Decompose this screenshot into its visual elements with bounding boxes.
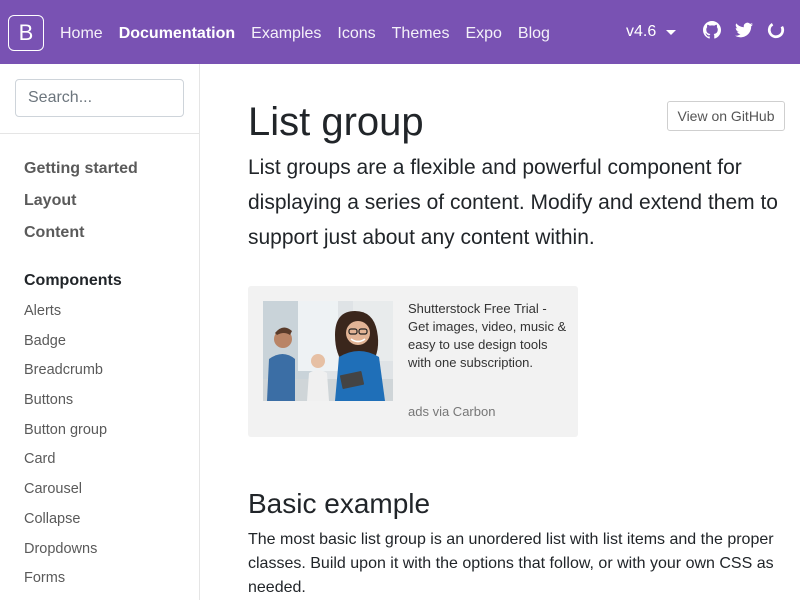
- bootstrap-logo[interactable]: B: [8, 15, 44, 51]
- sidebar-nav: Getting started Layout Content Component…: [0, 134, 199, 594]
- docs-sidebar: Getting started Layout Content Component…: [0, 64, 200, 600]
- nav-blog[interactable]: Blog: [518, 22, 550, 46]
- ad-image[interactable]: [263, 301, 393, 401]
- github-icon[interactable]: [703, 21, 721, 39]
- sidebar-link-carousel[interactable]: Carousel: [24, 475, 199, 505]
- sidebar-link-dropdowns[interactable]: Dropdowns: [24, 535, 199, 565]
- search-area: [0, 64, 199, 134]
- sidebar-link-forms[interactable]: Forms: [24, 564, 199, 594]
- top-navbar: B Home Documentation Examples Icons Them…: [0, 0, 800, 64]
- sidebar-item-layout[interactable]: Layout: [24, 185, 199, 217]
- sidebar-link-button-group[interactable]: Button group: [24, 416, 199, 446]
- carbon-ad[interactable]: Shutterstock Free Trial - Get images, vi…: [248, 286, 578, 437]
- ad-via-link[interactable]: ads via Carbon: [408, 404, 495, 419]
- chevron-down-icon: [666, 29, 677, 35]
- nav-links: Home Documentation Examples Icons Themes…: [60, 22, 550, 46]
- ad-text[interactable]: Shutterstock Free Trial - Get images, vi…: [408, 300, 568, 372]
- twitter-icon[interactable]: [735, 21, 753, 39]
- main-content: List group View on GitHub List groups ar…: [200, 64, 800, 600]
- nav-home[interactable]: Home: [60, 22, 103, 46]
- nav-icons[interactable]: Icons: [337, 22, 375, 46]
- section-paragraph: The most basic list group is an unordere…: [248, 531, 774, 596]
- sidebar-item-content[interactable]: Content: [24, 217, 199, 249]
- nav-expo[interactable]: Expo: [465, 22, 501, 46]
- sidebar-link-breadcrumb[interactable]: Breadcrumb: [24, 356, 199, 386]
- view-on-github-button[interactable]: View on GitHub: [667, 101, 785, 131]
- lead-paragraph: List groups are a flexible and powerful …: [248, 156, 778, 249]
- nav-documentation[interactable]: Documentation: [119, 22, 235, 46]
- sidebar-link-card[interactable]: Card: [24, 445, 199, 475]
- search-input[interactable]: [15, 79, 184, 117]
- nav-themes[interactable]: Themes: [392, 22, 450, 46]
- sidebar-link-buttons[interactable]: Buttons: [24, 386, 199, 416]
- section-title: Basic example: [248, 488, 431, 519]
- sidebar-link-alerts[interactable]: Alerts: [24, 297, 199, 327]
- sidebar-link-badge[interactable]: Badge: [24, 327, 199, 357]
- version-dropdown[interactable]: v4.6: [626, 20, 677, 44]
- nav-examples[interactable]: Examples: [251, 22, 321, 46]
- page-title: List group: [248, 100, 424, 144]
- sidebar-link-collapse[interactable]: Collapse: [24, 505, 199, 535]
- sidebar-item-components[interactable]: Components: [24, 265, 199, 297]
- opencollective-icon[interactable]: [767, 21, 785, 39]
- sidebar-item-getting-started[interactable]: Getting started: [24, 153, 199, 185]
- version-label: v4.6: [626, 23, 657, 40]
